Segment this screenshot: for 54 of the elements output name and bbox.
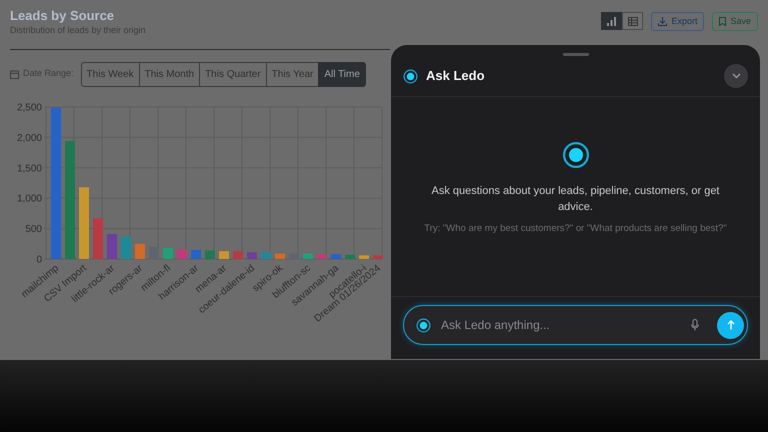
panel-title: Ask Ledo [426, 67, 485, 86]
chart-view-button[interactable] [601, 12, 622, 30]
save-button[interactable]: Save [712, 12, 758, 31]
bar [275, 253, 285, 258]
bar [205, 250, 215, 258]
bar [303, 253, 313, 258]
download-icon [658, 17, 668, 26]
bar [93, 218, 103, 258]
bar [345, 254, 355, 258]
chevron-down-icon [732, 73, 740, 79]
bar [233, 250, 243, 258]
table-view-button[interactable] [622, 12, 644, 30]
bookmark-icon [719, 17, 726, 26]
axis-tick-label: 1,500 [16, 162, 42, 174]
calendar-icon [10, 70, 19, 78]
hint-text: Try: "Who are my best customers?" or "What products are selling best?" [423, 222, 728, 236]
bar [317, 254, 327, 258]
bar [135, 243, 145, 258]
axis-tick-label: 0 [36, 254, 42, 265]
bar [121, 236, 131, 258]
assistant-logo-icon [416, 318, 431, 332]
date-range-button[interactable]: This Quarter [199, 62, 267, 86]
bar [247, 252, 257, 258]
bar [163, 248, 173, 258]
bar [373, 254, 383, 258]
bar [177, 248, 187, 258]
drag-handle[interactable] [562, 53, 588, 56]
bar-chart-icon [607, 16, 616, 26]
date-range-button[interactable]: This Month [138, 62, 200, 86]
bar [219, 250, 229, 258]
axis-tick-label: 500 [25, 224, 42, 235]
arrow-up-icon [726, 320, 734, 330]
bar [331, 254, 341, 258]
page-title: Leads by Source [10, 8, 116, 24]
table-icon [628, 16, 638, 26]
microphone-icon[interactable] [691, 319, 699, 331]
collapse-button[interactable] [724, 64, 748, 88]
date-range-button[interactable]: All Time [318, 62, 366, 86]
message-text-input[interactable]: Ask Ledo anything... [439, 315, 683, 335]
assistant-logo-icon [562, 141, 590, 169]
axis-tick-label: 1,000 [16, 193, 42, 204]
date-range-button[interactable]: This Week [80, 62, 140, 86]
assistant-logo-icon [403, 68, 418, 84]
intro-text: Ask questions about your leads, pipeline, customers, or get advice. [430, 184, 720, 215]
bar [359, 254, 369, 258]
axis-tick-label: 2,000 [16, 132, 42, 144]
bar [261, 252, 271, 258]
send-button[interactable] [717, 312, 744, 338]
bar [107, 234, 117, 258]
bar [79, 186, 89, 258]
export-button[interactable]: Export [651, 12, 704, 31]
axis-tick-label: 2,500 [16, 102, 42, 113]
message-input[interactable]: Ask Ledo anything... [403, 305, 748, 345]
bar [191, 249, 201, 258]
